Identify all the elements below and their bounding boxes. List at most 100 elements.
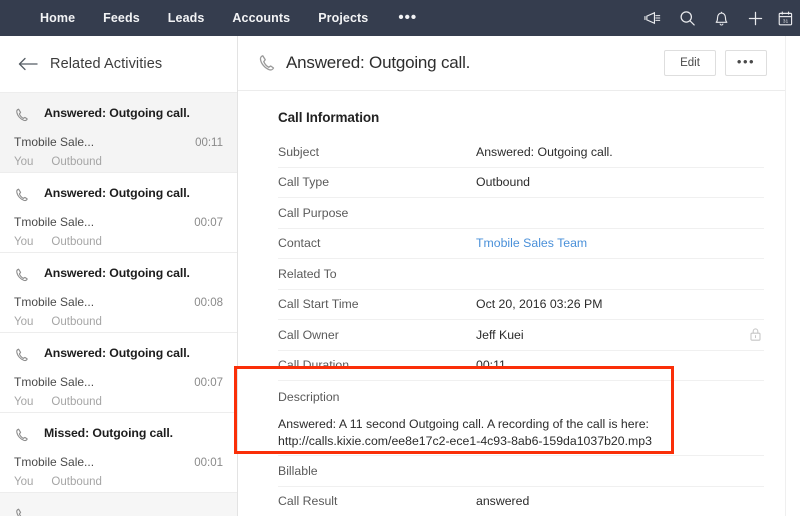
field-label: Related To — [278, 266, 337, 281]
related-activities-sidebar: Related Activities Answered: Outgoing ca… — [0, 36, 238, 516]
field-label: Description — [278, 390, 340, 404]
nav-item-accounts[interactable]: Accounts — [218, 0, 304, 36]
detail-header: Answered: Outgoing call. Edit ••• — [238, 36, 785, 91]
list-item[interactable]: Answered: Outgoing call. Tmobile Sale...… — [0, 332, 237, 412]
nav-item-projects[interactable]: Projects — [304, 0, 382, 36]
activity-subject-row: Tmobile Sale... 00:01 — [14, 455, 223, 469]
phone-icon — [14, 346, 36, 368]
activity-subject-row: Tmobile Sale... 00:07 — [14, 215, 223, 229]
field-value: answered — [476, 494, 530, 509]
list-item[interactable]: Answered: Outgoing call. Tmobile Sale...… — [0, 252, 237, 332]
activity-title: Missed: Outgoing call. — [44, 426, 173, 440]
activity-subject: Tmobile Sale... — [14, 295, 95, 309]
list-item[interactable]: Answered: Outgoing call. Tmobile Sale...… — [0, 172, 237, 252]
phone-icon — [14, 106, 36, 128]
activity-owner: You — [14, 396, 34, 408]
list-item[interactable]: Missed: Outgoing call. Tmobile Sale... 0… — [0, 412, 237, 492]
svg-text:31: 31 — [782, 18, 788, 24]
activity-duration: 00:08 — [194, 297, 223, 309]
lock-icon — [749, 327, 762, 347]
field-contact: Contact Tmobile Sales Team — [278, 229, 764, 259]
field-call-duration: Call Duration 00:11 — [278, 351, 764, 381]
field-description: Description Answered: A 11 second Outgoi… — [278, 381, 764, 456]
activity-subject-row: Tmobile Sale... 00:07 — [14, 375, 223, 389]
right-edge-strip — [785, 36, 800, 516]
plus-icon[interactable] — [738, 0, 772, 36]
nav-item-leads[interactable]: Leads — [154, 0, 219, 36]
list-item-partial[interactable] — [0, 492, 237, 516]
field-label: Call Result — [278, 494, 338, 509]
activity-subject-row: Tmobile Sale... 00:11 — [14, 135, 223, 149]
activity-owner: You — [14, 316, 34, 328]
search-icon[interactable] — [670, 0, 704, 36]
field-value: Outbound — [476, 175, 531, 190]
field-label: Billable — [278, 463, 318, 478]
description-recording-url: http://calls.kixie.com/ee8e17c2-ece1-4c9… — [278, 433, 652, 448]
edit-button[interactable]: Edit — [664, 50, 716, 76]
activity-meta-row: You Outbound — [14, 396, 223, 408]
field-call-result: Call Result answered — [278, 487, 764, 516]
nav-icon-group: 31 — [636, 0, 800, 36]
app-window: Home Feeds Leads Accounts Projects ••• 3… — [0, 0, 800, 516]
phone-icon — [14, 266, 36, 288]
activity-owner: You — [14, 236, 34, 248]
activity-duration: 00:07 — [194, 217, 223, 229]
field-value: Oct 20, 2016 03:26 PM — [476, 297, 603, 312]
call-information-section: Call Information Subject Answered: Outgo… — [238, 91, 785, 516]
field-label: Call Duration — [278, 358, 350, 373]
section-title: Call Information — [278, 110, 380, 125]
activity-meta-row: You Outbound — [14, 316, 223, 328]
activity-title: Answered: Outgoing call. — [44, 346, 190, 360]
call-detail-panel: Answered: Outgoing call. Edit ••• Call I… — [238, 36, 785, 516]
field-value: Answered: Outgoing call. — [476, 144, 613, 159]
field-related-to: Related To — [278, 259, 764, 290]
nav-item-home[interactable]: Home — [26, 0, 89, 36]
phone-icon — [14, 506, 36, 516]
activity-title-row: Answered: Outgoing call. — [14, 266, 223, 288]
activity-title-row: Answered: Outgoing call. — [14, 106, 223, 128]
field-value: Jeff Kuei — [476, 327, 524, 342]
activity-title: Answered: Outgoing call. — [44, 186, 190, 200]
activity-direction: Outbound — [51, 316, 102, 328]
activity-direction: Outbound — [51, 396, 102, 408]
list-item[interactable]: Answered: Outgoing call. Tmobile Sale...… — [0, 92, 237, 172]
activity-title-row: Answered: Outgoing call. — [14, 346, 223, 368]
field-subject: Subject Answered: Outgoing call. — [278, 137, 764, 168]
calendar-icon[interactable]: 31 — [772, 0, 798, 36]
top-navigation-bar: Home Feeds Leads Accounts Projects ••• 3… — [0, 0, 800, 36]
activity-subject: Tmobile Sale... — [14, 135, 95, 149]
sidebar-title: Related Activities — [50, 56, 163, 72]
activity-direction: Outbound — [51, 156, 102, 168]
phone-icon — [257, 53, 281, 73]
field-label: Subject — [278, 144, 320, 159]
phone-icon — [14, 186, 36, 208]
nav-item-feeds[interactable]: Feeds — [89, 0, 154, 36]
field-call-start-time: Call Start Time Oct 20, 2016 03:26 PM — [278, 290, 764, 320]
field-label: Call Owner — [278, 327, 339, 342]
activity-direction: Outbound — [51, 236, 102, 248]
activity-meta-row: You Outbound — [14, 236, 223, 248]
activity-title-row — [14, 506, 223, 516]
arrow-left-icon[interactable] — [14, 49, 44, 79]
activity-owner: You — [14, 476, 34, 488]
activity-duration: 00:11 — [195, 137, 223, 149]
page-title: Answered: Outgoing call. — [286, 53, 471, 72]
activity-title: Answered: Outgoing call. — [44, 106, 190, 120]
activity-title-row: Missed: Outgoing call. — [14, 426, 223, 448]
activity-meta-row: You Outbound — [14, 156, 223, 168]
activity-title-row: Answered: Outgoing call. — [14, 186, 223, 208]
header-actions: Edit ••• — [664, 50, 767, 76]
megaphone-icon[interactable] — [636, 0, 670, 36]
nav-overflow-menu-icon[interactable]: ••• — [382, 3, 433, 33]
activity-meta-row: You Outbound — [14, 476, 223, 488]
more-options-button[interactable]: ••• — [725, 50, 767, 76]
field-label: Call Type — [278, 175, 330, 190]
field-value: 00:11 — [476, 358, 506, 373]
activity-subject: Tmobile Sale... — [14, 215, 95, 229]
bell-icon[interactable] — [704, 0, 738, 36]
sidebar-header: Related Activities — [0, 36, 237, 92]
activity-direction: Outbound — [51, 476, 102, 488]
contact-link[interactable]: Tmobile Sales Team — [476, 236, 587, 250]
field-label: Call Purpose — [278, 205, 349, 220]
activity-title: Answered: Outgoing call. — [44, 266, 190, 280]
